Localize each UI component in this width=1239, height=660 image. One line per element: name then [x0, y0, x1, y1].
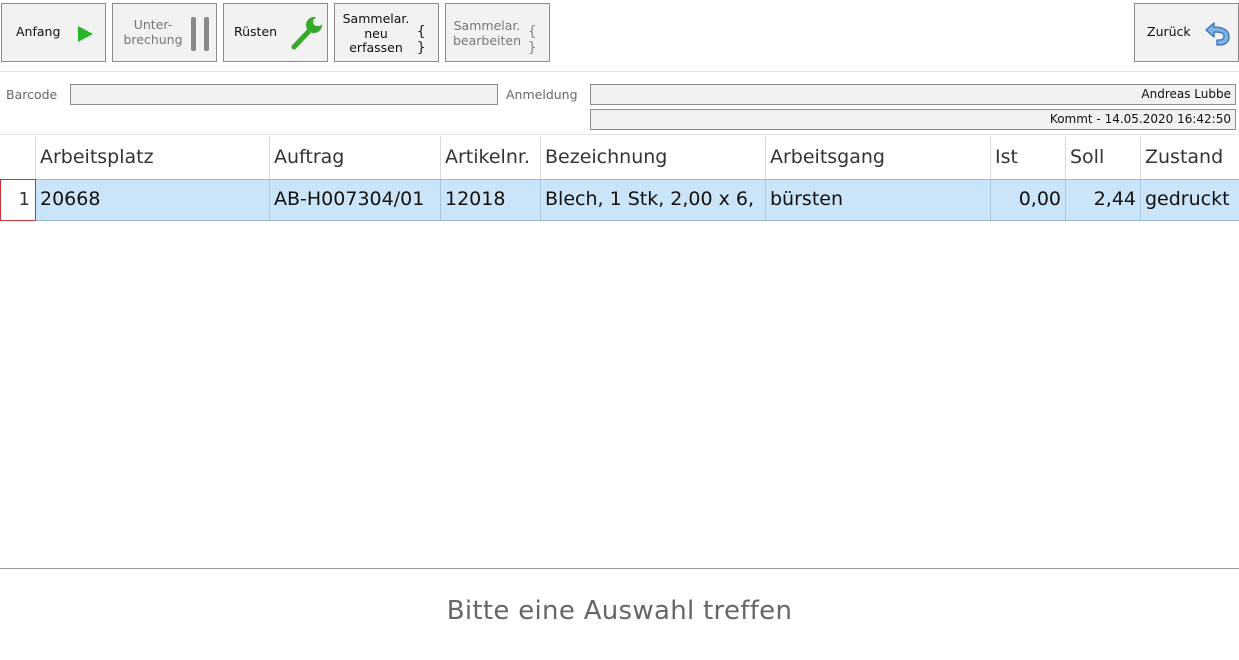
anfang-button[interactable]: Anfang [1, 3, 106, 62]
cell-bezeichnung: Blech, 1 Stk, 2,00 x 6, [541, 180, 766, 220]
sammelar-bearb-line2: bearbeiten [452, 32, 522, 48]
play-icon [78, 26, 93, 42]
toolbar: Anfang Unter- brechung Rüsten Sammelar. … [0, 0, 1239, 72]
return-arrow-icon [1203, 21, 1231, 47]
braces-icon: { } [417, 24, 426, 56]
zurueck-label: Zurück [1147, 24, 1191, 39]
header-arbeitsplatz[interactable]: Arbeitsplatz [36, 137, 270, 179]
header-index [0, 137, 36, 179]
cell-arbeitsplatz: 20668 [36, 180, 270, 220]
header-artikelnr[interactable]: Artikelnr. [441, 137, 541, 179]
unterbrechung-label: Unter- brechung [121, 17, 185, 47]
wrench-icon [288, 14, 326, 52]
header-bezeichnung[interactable]: Bezeichnung [541, 137, 766, 179]
status-separator [0, 568, 1239, 569]
barcode-label: Barcode [6, 87, 58, 102]
user-name-field: Andreas Lubbe [590, 84, 1236, 105]
sammelar-bearbeiten-label: Sammelar. bearbeiten [452, 18, 522, 48]
cell-arbeitsgang: bürsten [766, 180, 991, 220]
sammelar-neu-line2: neu [364, 25, 388, 41]
pause-icon [191, 17, 211, 51]
kommt-field: Kommt - 14.05.2020 16:42:50 [590, 109, 1236, 130]
cell-artikelnr: 12018 [441, 180, 541, 220]
cell-soll: 2,44 [1066, 180, 1141, 220]
sammelar-neu-line3: erfassen [349, 40, 403, 55]
braces-icon: { } [528, 24, 537, 56]
sammelar-neu-erfassen-button[interactable]: Sammelar. neu erfassen { } [334, 3, 439, 62]
header-auftrag[interactable]: Auftrag [270, 137, 441, 179]
cell-auftrag: AB-H007304/01 [270, 180, 441, 220]
cell-ist: 0,00 [991, 180, 1066, 220]
anfang-label: Anfang [16, 24, 61, 39]
unterbrechung-label-line1: Unter- [133, 17, 173, 32]
header-ist[interactable]: Ist [991, 137, 1066, 179]
header-zustand[interactable]: Zustand [1141, 137, 1239, 179]
ruesten-button[interactable]: Rüsten [223, 3, 328, 62]
unterbrechung-button[interactable]: Unter- brechung [112, 3, 217, 62]
sammelar-bearbeiten-button[interactable]: Sammelar. bearbeiten { } [445, 3, 550, 62]
sammelar-bearb-line1: Sammelar. [453, 18, 521, 33]
sammelar-neu-label: Sammelar. neu erfassen [341, 11, 411, 56]
header-arbeitsgang[interactable]: Arbeitsgang [766, 137, 991, 179]
table-row[interactable]: 1 20668 AB-H007304/01 12018 Blech, 1 Stk… [0, 179, 1239, 221]
anmeldung-label: Anmeldung [506, 87, 578, 102]
cell-zustand: gedruckt [1145, 188, 1230, 210]
header-soll[interactable]: Soll [1066, 137, 1141, 179]
sammelar-neu-line1: Sammelar. [342, 11, 410, 26]
row-indicator[interactable]: 1 [0, 179, 36, 221]
info-separator [0, 134, 1239, 135]
ruesten-label: Rüsten [234, 24, 278, 39]
barcode-input[interactable] [70, 84, 498, 105]
status-message: Bitte eine Auswahl treffen [446, 596, 793, 626]
zurueck-button[interactable]: Zurück [1134, 3, 1239, 62]
unterbrechung-label-line2: brechung [123, 31, 183, 47]
